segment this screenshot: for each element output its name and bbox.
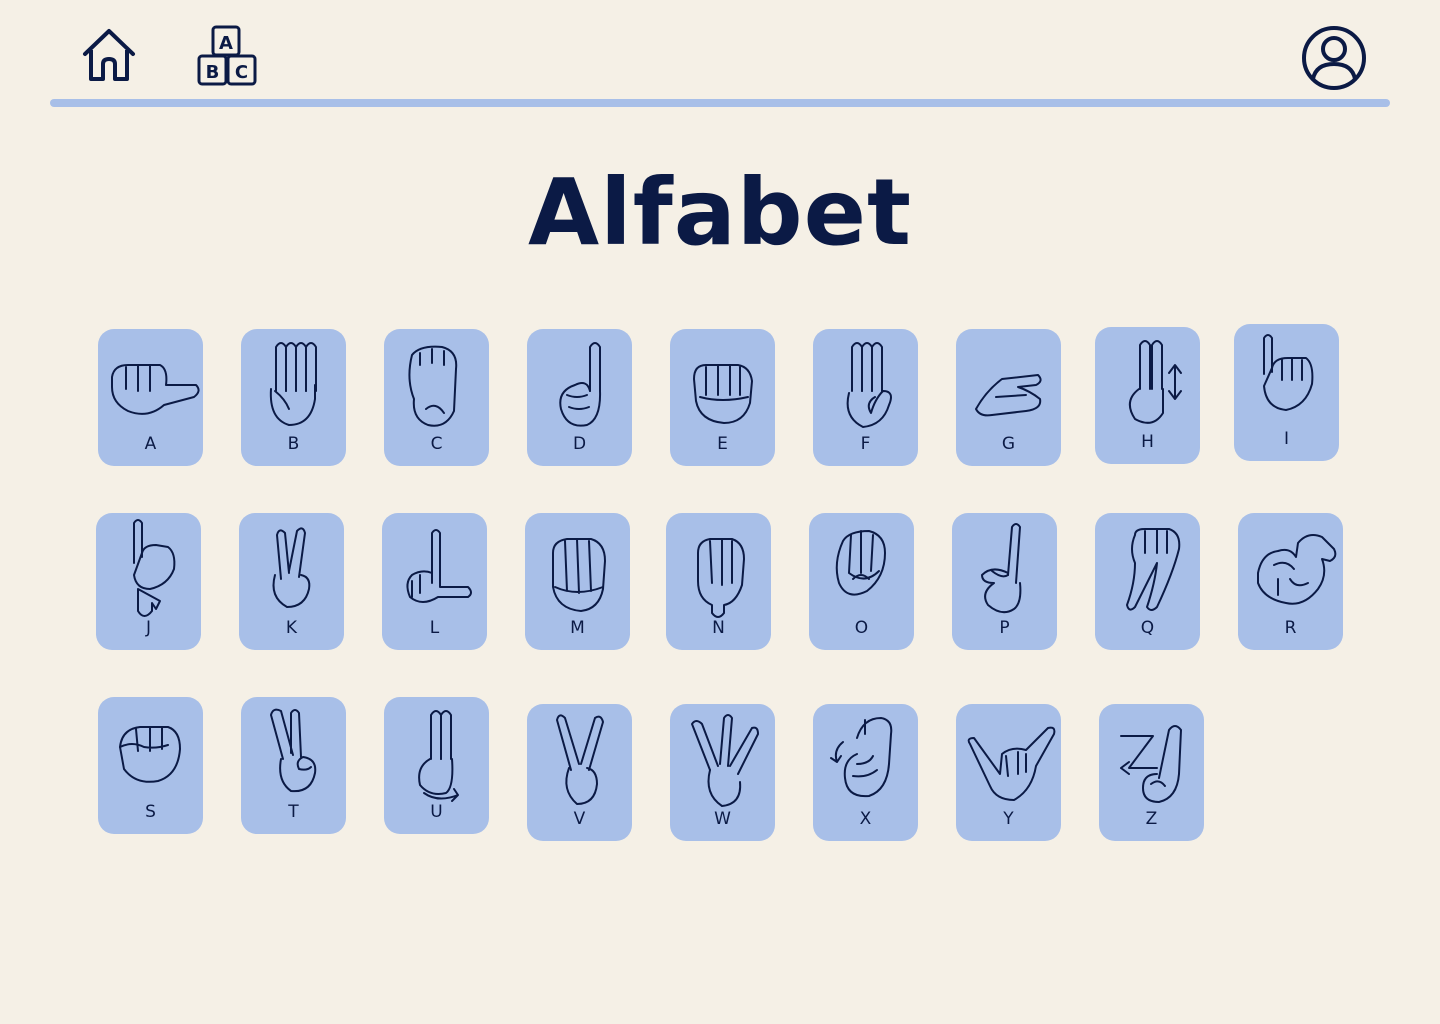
letter-label: E [717, 434, 728, 454]
hand-sign-s-icon [119, 726, 181, 783]
hand-sign-l-icon [406, 529, 472, 603]
letter-label: L [429, 618, 440, 638]
letter-card-n[interactable]: N [666, 513, 771, 650]
letter-label: K [285, 618, 298, 638]
letter-label: S [145, 802, 156, 822]
letter-card-p[interactable]: P [952, 513, 1057, 650]
letter-card-q[interactable]: Q [1095, 513, 1200, 650]
letter-label: T [288, 802, 299, 822]
letter-label: I [1283, 429, 1289, 449]
hand-sign-p-icon [981, 523, 1022, 614]
hand-sign-f-icon [846, 342, 892, 428]
letter-card-b[interactable]: B [241, 329, 346, 466]
letter-label: D [572, 434, 587, 454]
hand-sign-g-icon [975, 374, 1042, 417]
letter-card-g[interactable]: G [956, 329, 1061, 466]
letter-label: B [287, 434, 300, 454]
letter-card-v[interactable]: V [527, 704, 632, 841]
letter-card-m[interactable]: M [525, 513, 630, 650]
letter-card-e[interactable]: E [670, 329, 775, 466]
hand-sign-t-icon [270, 708, 317, 793]
hand-sign-u-icon [418, 710, 459, 802]
letter-card-h[interactable]: H [1095, 327, 1200, 464]
hand-sign-b-icon [269, 342, 317, 426]
letter-card-a[interactable]: A [98, 329, 203, 466]
hand-sign-j-icon [133, 519, 176, 617]
letter-card-r[interactable]: R [1238, 513, 1343, 650]
letter-label: V [573, 809, 586, 829]
letter-label: Y [1003, 809, 1014, 829]
block-letter-b: B [206, 62, 220, 83]
letter-label: X [859, 809, 872, 829]
hand-sign-d-icon [559, 342, 602, 427]
letter-label: Z [1145, 809, 1158, 829]
letter-label: W [714, 809, 731, 829]
letter-label: R [1284, 618, 1297, 638]
letter-card-s[interactable]: S [98, 697, 203, 834]
letter-label: O [854, 618, 869, 638]
hand-sign-m-icon [552, 538, 606, 612]
hand-sign-x-icon [830, 717, 893, 798]
letter-label: M [570, 618, 585, 638]
letter-card-c[interactable]: C [384, 329, 489, 466]
hand-sign-r-icon [1257, 534, 1337, 605]
hand-sign-e-icon [693, 364, 753, 424]
hand-sign-n-icon [697, 538, 745, 618]
letter-card-d[interactable]: D [527, 329, 632, 466]
hand-sign-h-icon [1128, 340, 1182, 424]
profile-button[interactable] [1300, 24, 1368, 92]
letter-card-j[interactable]: J [96, 513, 201, 650]
letter-label: C [430, 434, 443, 454]
hand-sign-v-icon [556, 714, 604, 805]
letter-card-t[interactable]: T [241, 697, 346, 834]
home-button[interactable] [80, 26, 138, 84]
abc-blocks-icon: A B C [197, 25, 257, 86]
letter-label: G [1001, 434, 1016, 454]
user-profile-icon [1302, 26, 1366, 90]
hand-sign-i-icon [1263, 334, 1314, 411]
block-letter-c: C [235, 62, 248, 83]
letter-card-z[interactable]: Z [1099, 704, 1204, 841]
hand-sign-o-icon [835, 530, 886, 596]
hand-sign-z-icon [1120, 725, 1182, 803]
letter-label: F [860, 434, 871, 454]
hand-sign-a-icon [111, 364, 200, 415]
hand-sign-w-icon [691, 714, 759, 807]
letter-card-o[interactable]: O [809, 513, 914, 650]
letter-label: A [144, 434, 157, 454]
page-title: Alfabet [527, 159, 913, 266]
header-divider [50, 99, 1390, 107]
hand-sign-k-icon [272, 527, 311, 608]
letter-card-w[interactable]: W [670, 704, 775, 841]
letter-card-f[interactable]: F [813, 329, 918, 466]
letter-card-k[interactable]: K [239, 513, 344, 650]
home-icon [83, 29, 135, 81]
alphabet-button[interactable]: A B C [194, 24, 260, 88]
letter-label: N [712, 618, 725, 638]
letter-label: H [1141, 432, 1154, 452]
letter-label: P [999, 618, 1010, 638]
hand-sign-c-icon [408, 345, 458, 427]
block-letter-a: A [219, 33, 233, 54]
hand-sign-y-icon [967, 726, 1056, 801]
letter-label: J [145, 618, 151, 638]
letter-card-x[interactable]: X [813, 704, 918, 841]
letter-label: Q [1140, 618, 1155, 638]
letter-label: U [430, 802, 443, 822]
letter-card-u[interactable]: U [384, 697, 489, 834]
letter-card-i[interactable]: I [1234, 324, 1339, 461]
letter-card-l[interactable]: L [382, 513, 487, 650]
letter-card-y[interactable]: Y [956, 704, 1061, 841]
hand-sign-q-icon [1126, 528, 1181, 611]
